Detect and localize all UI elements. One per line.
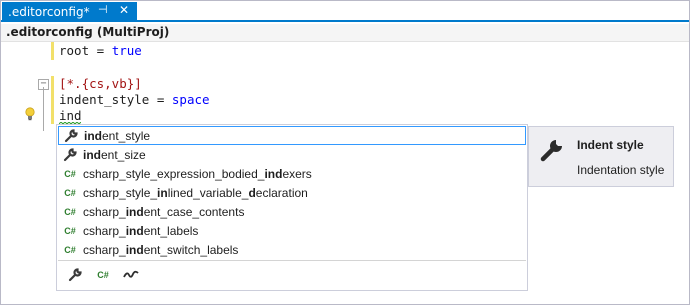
editor-window: .editorconfig* ⊣ ✕ .editorconfig (MultiP…: [0, 0, 690, 305]
csharp-icon: C#: [64, 206, 76, 217]
completion-item-label: csharp_indent_case_contents: [83, 205, 244, 219]
match-highlight: ind: [83, 147, 101, 162]
csharp-icon: C#: [64, 168, 76, 179]
quick-info-description: Indentation style: [577, 163, 665, 177]
completion-item[interactable]: C# csharp_indent_labels: [58, 221, 526, 240]
code-text: ind: [59, 108, 82, 123]
outline-line: [43, 87, 44, 131]
code-line-3: indent_style = space: [59, 92, 210, 108]
code-keyword: space: [171, 92, 210, 107]
completion-item-label: csharp_indent_switch_labels: [83, 243, 238, 257]
wrench-filter-button[interactable]: [66, 267, 84, 283]
completion-item-label: csharp_indent_labels: [83, 224, 198, 238]
navigation-bar[interactable]: .editorconfig (MultiProj): [1, 24, 689, 42]
pin-icon[interactable]: ⊣: [98, 3, 108, 16]
code-keyword: true: [111, 43, 142, 58]
completion-item-label: csharp_style_inlined_variable_declaratio…: [83, 186, 308, 200]
match-highlight: ind: [125, 204, 144, 219]
csharp-filter-button[interactable]: C#: [94, 267, 112, 283]
lightbulb-icon[interactable]: [24, 107, 36, 121]
match-highlight: ind: [264, 166, 283, 181]
match-highlight: ind: [125, 223, 144, 238]
label-text: ent_style: [102, 128, 151, 143]
match-highlight: in: [157, 185, 168, 200]
code-line-2: [*.{cs,vb}]: [59, 76, 142, 92]
label-text: ent_switch_labels: [143, 242, 239, 257]
label-text: exers: [282, 166, 312, 181]
completion-item-label: csharp_style_expression_bodied_indexers: [83, 167, 312, 181]
completion-item[interactable]: C# csharp_indent_switch_labels: [58, 240, 526, 259]
completion-item-label: indent_style: [84, 129, 150, 143]
completion-filter-bar: C#: [58, 260, 526, 289]
label-text: ent_labels: [143, 223, 199, 238]
label-text: csharp_style_: [83, 185, 158, 200]
label-text: ent_size: [101, 147, 146, 162]
csharp-icon: C#: [97, 270, 109, 280]
modified-margin: [51, 76, 54, 124]
tab-editorconfig[interactable]: .editorconfig* ⊣ ✕: [2, 2, 137, 21]
modified-margin: [51, 42, 54, 60]
code-text: indent_style =: [59, 92, 172, 107]
wrench-icon: [540, 140, 562, 162]
completion-item[interactable]: C# csharp_style_inlined_variable_declarat…: [58, 183, 526, 202]
quick-info-title: Indent style: [577, 138, 644, 152]
completion-item[interactable]: C# csharp_indent_case_contents: [58, 202, 526, 221]
code-text: root =: [59, 43, 112, 58]
label-text: csharp_: [83, 242, 126, 257]
code-section: [*.{cs,vb}]: [59, 76, 142, 91]
csharp-icon: C#: [64, 225, 76, 236]
tab-title: .editorconfig*: [8, 4, 90, 19]
close-icon[interactable]: ✕: [119, 3, 129, 17]
label-text: csharp_: [83, 204, 126, 219]
csharp-icon: C#: [64, 244, 76, 255]
quick-info-tooltip: Indent style Indentation style: [528, 126, 674, 187]
vb-icon: [123, 270, 139, 278]
label-text: ent_case_contents: [143, 204, 245, 219]
editor-gutter: −: [1, 42, 54, 304]
code-line-1: root = true: [59, 43, 142, 59]
csharp-icon: C#: [64, 187, 76, 198]
label-text: csharp_: [83, 223, 126, 238]
label-text: csharp_style_expression_bodied_: [83, 166, 265, 181]
completion-item[interactable]: indent_style: [58, 126, 526, 145]
match-highlight: ind: [84, 128, 102, 143]
label-text: lined_variable_: [167, 185, 249, 200]
match-highlight: ind: [125, 242, 144, 257]
wrench-icon: [62, 147, 78, 163]
wrench-icon: [68, 268, 82, 282]
label-text: eclaration: [255, 185, 308, 200]
completion-item[interactable]: C# csharp_style_expression_bodied_indexer…: [58, 164, 526, 183]
completion-item[interactable]: indent_size: [58, 145, 526, 164]
completion-list[interactable]: indent_style indent_size C# csharp_style_ex…: [56, 124, 528, 291]
match-highlight: d: [248, 185, 256, 200]
navigation-bar-label: .editorconfig (MultiProj): [6, 25, 170, 39]
completion-item-label: indent_size: [83, 148, 146, 162]
wrench-icon: [63, 128, 79, 144]
document-tab-strip: .editorconfig* ⊣ ✕: [1, 1, 689, 22]
vb-filter-button[interactable]: [122, 267, 140, 283]
